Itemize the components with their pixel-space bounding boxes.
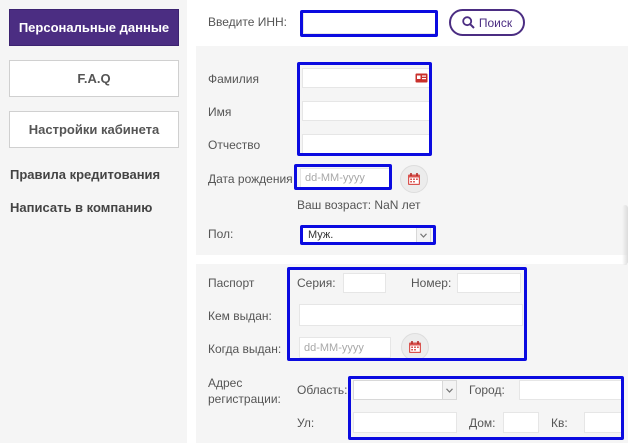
id-card-icon	[415, 73, 428, 83]
passport-label: Паспорт	[208, 276, 255, 290]
gender-select[interactable]: Муж.	[301, 226, 431, 244]
street-label: Ул:	[297, 416, 315, 430]
apt-input[interactable]	[584, 412, 622, 433]
passport-number-label: Номер:	[411, 276, 452, 290]
house-input[interactable]	[503, 412, 539, 433]
inn-label: Введите ИНН:	[208, 15, 288, 29]
patronymic-label: Отчество	[208, 138, 261, 152]
region-label: Область:	[297, 383, 348, 397]
age-text: Ваш возраст: NaN лет	[297, 198, 421, 212]
address-label-line1: Адрес	[208, 376, 243, 390]
main-form: Введите ИНН: Поиск Фамилия Имя Отчество …	[196, 0, 628, 443]
apt-label: Кв:	[551, 416, 568, 430]
surname-label: Фамилия	[208, 72, 259, 86]
name-label: Имя	[208, 105, 232, 119]
sidebar-item-personal-data[interactable]: Персональные данные	[9, 9, 179, 46]
gender-caret	[416, 227, 430, 243]
surname-input[interactable]	[302, 68, 430, 88]
city-input[interactable]	[519, 380, 622, 400]
street-input[interactable]	[353, 412, 457, 433]
chevron-down-icon	[446, 387, 453, 393]
gender-selected: Муж.	[308, 229, 334, 241]
address-section: Адрес регистрации: Область: Город: Ул: Д…	[196, 368, 628, 443]
sidebar-link-credit-rules[interactable]: Правила кредитования	[10, 167, 160, 182]
issued-by-label: Кем выдан:	[208, 309, 272, 323]
passport-series-label: Серия:	[297, 276, 336, 290]
sidebar: Персональные данные F.A.Q Настройки каби…	[0, 0, 187, 443]
personal-section: Фамилия Имя Отчество Дата рождения dd-MM…	[196, 46, 628, 255]
issued-by-input[interactable]	[299, 304, 523, 326]
sidebar-item-cabinet-settings[interactable]: Настройки кабинета	[9, 111, 179, 148]
city-label: Город:	[469, 383, 505, 397]
sidebar-item-faq[interactable]: F.A.Q	[9, 60, 179, 97]
inn-input[interactable]	[303, 12, 437, 34]
issued-when-label: Когда выдан:	[208, 342, 282, 356]
birth-date-input[interactable]	[300, 168, 390, 188]
region-caret	[442, 381, 456, 399]
calendar-icon	[409, 341, 421, 353]
region-select[interactable]	[353, 380, 457, 400]
birth-date-label: Дата рождения	[208, 172, 293, 186]
house-label: Дом:	[469, 416, 496, 430]
search-icon	[462, 16, 475, 29]
passport-number-input[interactable]	[457, 273, 521, 293]
issued-calendar-button[interactable]	[401, 333, 429, 361]
name-input[interactable]	[302, 101, 430, 121]
search-button[interactable]: Поиск	[449, 9, 525, 36]
scroll-edge	[622, 205, 628, 265]
gender-label: Пол:	[208, 227, 234, 241]
passport-section: Паспорт Серия: Номер: Кем выдан: Когда в…	[196, 264, 628, 368]
calendar-icon	[408, 173, 420, 185]
issued-when-input[interactable]	[299, 337, 391, 358]
passport-series-input[interactable]	[343, 273, 386, 293]
sidebar-link-write-company[interactable]: Написать в компанию	[10, 200, 152, 215]
chevron-down-icon	[420, 232, 427, 238]
address-label-line2: регистрации:	[208, 392, 281, 406]
birth-calendar-button[interactable]	[400, 165, 428, 193]
patronymic-input[interactable]	[302, 134, 430, 154]
search-button-label: Поиск	[478, 15, 513, 30]
